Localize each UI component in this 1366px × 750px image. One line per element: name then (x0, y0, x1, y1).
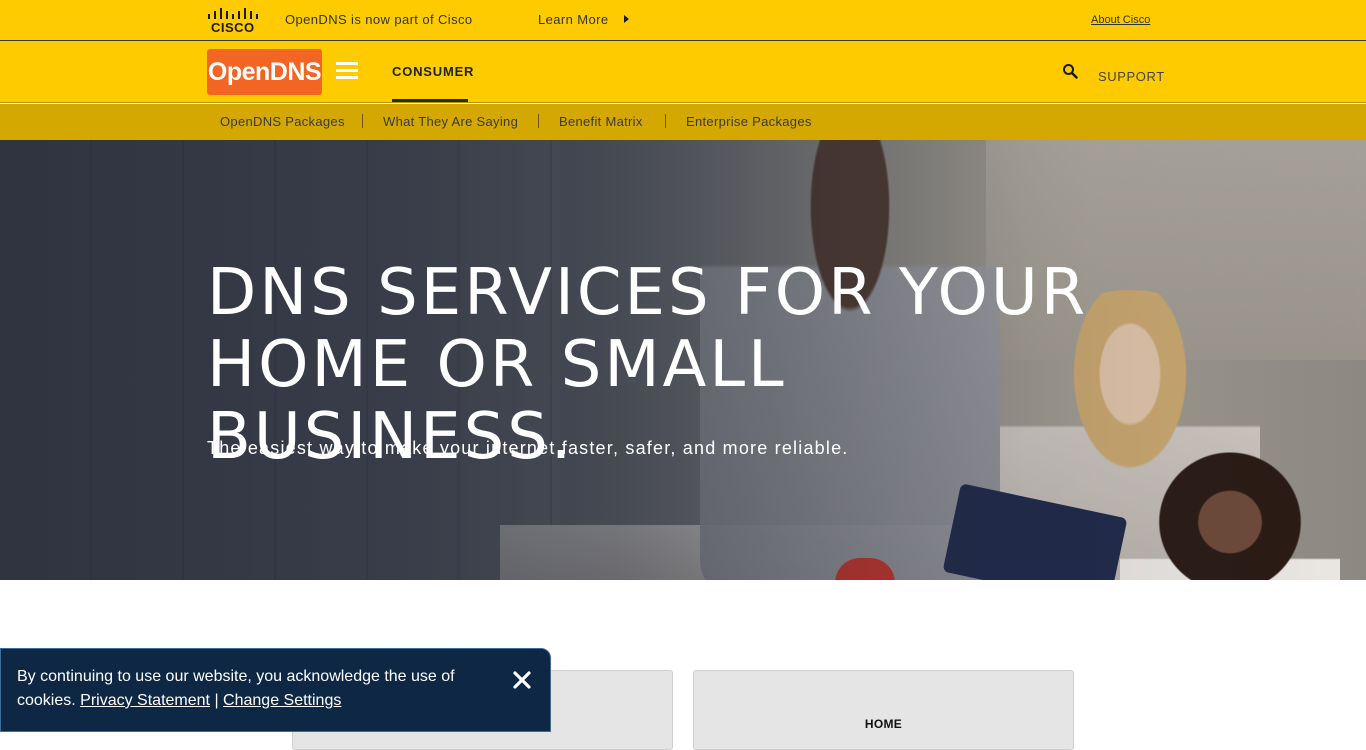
cisco-bars-icon (208, 8, 258, 19)
subnav-divider (362, 114, 363, 128)
nav-support[interactable]: SUPPORT (1098, 69, 1165, 84)
subnav-enterprise-packages[interactable]: Enterprise Packages (686, 114, 812, 129)
subnav-divider (665, 114, 666, 128)
subnav-what-they-are-saying[interactable]: What They Are Saying (383, 114, 518, 129)
learn-more-link[interactable]: Learn More (538, 12, 608, 27)
package-card-title: HOME (864, 717, 903, 731)
cisco-announcement: OpenDNS is now part of Cisco (285, 12, 473, 27)
search-icon[interactable] (1062, 63, 1078, 79)
change-settings-link[interactable]: Change Settings (223, 692, 341, 709)
package-card-home[interactable]: HOME (693, 670, 1074, 750)
cookie-link-separator: | (214, 692, 219, 709)
opendns-logo[interactable]: OpenDNS (207, 49, 322, 95)
main-navigation: OpenDNS CONSUMER SUPPORT (0, 41, 1366, 103)
subnav-divider (538, 114, 539, 128)
cisco-logo[interactable]: CISCO (207, 7, 259, 35)
hero-title-line-1: DNS SERVICES FOR YOUR (207, 256, 1089, 330)
close-icon[interactable] (511, 669, 533, 691)
cookie-message: By continuing to use our website, you ac… (17, 665, 467, 713)
chevron-right-icon[interactable] (624, 15, 629, 23)
subnav-opendns-packages[interactable]: OpenDNS Packages (220, 114, 345, 129)
subnav-benefit-matrix[interactable]: Benefit Matrix (559, 114, 643, 129)
nav-consumer[interactable]: CONSUMER (392, 64, 474, 79)
cisco-wordmark: CISCO (211, 20, 255, 35)
hamburger-menu-icon[interactable] (336, 62, 358, 80)
cisco-top-bar: CISCO OpenDNS is now part of Cisco Learn… (0, 0, 1366, 41)
cookie-banner: By continuing to use our website, you ac… (0, 648, 551, 732)
sub-navigation: OpenDNS Packages What They Are Saying Be… (0, 104, 1366, 140)
hero-banner: DNS SERVICES FOR YOUR HOME OR SMALL BUSI… (0, 140, 1366, 580)
privacy-statement-link[interactable]: Privacy Statement (80, 692, 210, 709)
about-cisco-link[interactable]: About Cisco (1091, 14, 1150, 26)
hero-subtitle: The easiest way to make your internet fa… (207, 438, 849, 458)
active-tab-indicator (392, 99, 468, 102)
